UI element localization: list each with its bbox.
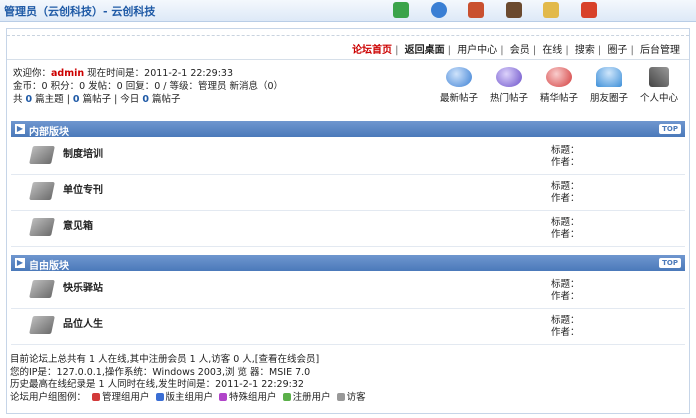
quick-label: 精华帖子 [539, 93, 578, 104]
online-stats: 目前论坛上总共有 1 人在线,其中注册会员 1 人,访客 0 人,[查看在线会员… [10, 354, 320, 365]
last-post-title: 标题： [551, 217, 580, 228]
forum-row[interactable]: 意见箱 标题： 作者： [11, 211, 685, 247]
client-info: 您的IP是：127.0.0.1,操作系统：Windows 2003,浏 览 器：… [10, 366, 311, 378]
quick-label: 热门帖子 [489, 93, 528, 104]
legend-item: 特殊组用户 [229, 391, 277, 403]
app-title: 管理员（云创科技）- 云创科技 [4, 5, 156, 18]
home-icon[interactable] [468, 2, 484, 18]
nav-forum-home[interactable]: 论坛首页 [349, 45, 395, 56]
nav-back-desktop[interactable]: 返回桌面 [402, 45, 448, 56]
quick-friends[interactable]: 朋友圈子 [583, 67, 635, 104]
forum-icon [29, 182, 55, 200]
stats-text: 共 [13, 94, 26, 105]
user-stats: 金币：0 积分：0 发帖：0 回复：0 / 等级：管理员 新消息（0） [13, 81, 284, 92]
legend-item: 注册用户 [292, 391, 331, 403]
divider [7, 59, 689, 60]
last-post-author: 作者： [551, 291, 580, 302]
peak-online: 历史最高在线纪录是 1 人同时在线,发生时间是：2011-2-1 22:29:3… [10, 379, 304, 390]
forum-name[interactable]: 品位人生 [63, 315, 103, 330]
post-count: 0 [72, 94, 80, 105]
forum-row[interactable]: 单位专刊 标题： 作者： [11, 175, 685, 211]
divider [7, 35, 689, 36]
user-icon[interactable] [506, 2, 522, 18]
legend-item: 访客 [346, 391, 366, 403]
special-group-icon [219, 393, 228, 401]
forum-icon [29, 280, 55, 298]
forum-footer: 目前论坛上总共有 1 人在线,其中注册会员 1 人,访客 0 人,[查看在线会员… [10, 354, 366, 404]
section-title: 自由版块 [29, 261, 69, 272]
forum-icon [29, 146, 55, 164]
admin-group-icon [92, 393, 101, 401]
last-post-author: 作者： [551, 229, 580, 240]
back-to-top-button[interactable]: TOP [659, 124, 681, 134]
nav-search[interactable]: 搜索 [572, 45, 598, 56]
forum-nav: 论坛首页 | 返回桌面 | 用户中心 | 会员 | 在线 | 搜索 | 圈子 | 后台管理 [349, 41, 683, 56]
section-header-internal[interactable]: ▶ 内部版块 TOP [11, 121, 685, 138]
guest-group-icon [336, 393, 345, 401]
stats-text: 篇帖子 [148, 94, 181, 105]
nav-user-center[interactable]: 用户中心 [454, 45, 500, 56]
power-icon[interactable] [581, 2, 597, 18]
forum-icon [29, 316, 55, 334]
forum-name[interactable]: 意见箱 [63, 217, 93, 232]
moderator-group-icon [155, 393, 164, 401]
nav-circles[interactable]: 圈子 [604, 45, 630, 56]
last-post-title: 标题： [551, 315, 580, 326]
stats-text: 篇帖子 | 今日 [79, 94, 143, 105]
username[interactable]: admin [51, 68, 84, 79]
collapse-icon[interactable]: ▶ [15, 124, 25, 134]
forum-name[interactable]: 制度培训 [63, 145, 103, 160]
collapse-icon[interactable]: ▶ [15, 258, 25, 268]
welcome-info: 欢迎你：admin 现在时间是：2011-2-1 22:29:33 金币：0 积… [13, 67, 283, 106]
quick-label: 朋友圈子 [589, 93, 628, 104]
current-time: 现在时间是：2011-2-1 22:29:33 [84, 68, 233, 79]
quick-elite-posts[interactable]: 精华帖子 [533, 67, 585, 104]
quick-hot-posts[interactable]: 热门帖子 [483, 67, 535, 104]
forum-name[interactable]: 快乐驿站 [63, 279, 103, 294]
hot-posts-icon [496, 67, 522, 87]
new-posts-icon [446, 67, 472, 87]
last-post-author: 作者： [551, 193, 580, 204]
tools-icon [649, 67, 669, 87]
forum-icon [29, 218, 55, 236]
elite-posts-icon [546, 67, 572, 87]
today-count: 0 [142, 94, 149, 105]
quick-new-posts[interactable]: 最新帖子 [433, 67, 485, 104]
quick-personal-center[interactable]: 个人中心 [633, 67, 685, 104]
back-to-top-button[interactable]: TOP [659, 258, 681, 268]
welcome-prefix: 欢迎你： [13, 68, 52, 79]
quick-label: 最新帖子 [439, 93, 478, 104]
legend-item: 管理组用户 [102, 391, 150, 403]
section-header-free[interactable]: ▶ 自由版块 TOP [11, 255, 685, 272]
last-post-author: 作者： [551, 327, 580, 338]
forum-row[interactable]: 制度培训 标题： 作者： [11, 139, 685, 175]
friends-icon [596, 67, 622, 87]
group-legend: 论坛用户组图例： 管理组用户 版主组用户 特殊组用户 注册用户 访客 [10, 392, 366, 405]
edit-icon[interactable] [543, 2, 559, 18]
exit-icon[interactable] [393, 2, 409, 18]
forum-row[interactable]: 品位人生 标题： 作者： [11, 309, 685, 345]
forum-row[interactable]: 快乐驿站 标题： 作者： [11, 273, 685, 309]
top-bar: 管理员（云创科技）- 云创科技 [0, 0, 696, 22]
section-title: 内部版块 [29, 127, 69, 138]
registered-group-icon [282, 393, 291, 401]
nav-online[interactable]: 在线 [539, 45, 565, 56]
nav-admin[interactable]: 后台管理 [637, 45, 683, 56]
forum-name[interactable]: 单位专刊 [63, 181, 103, 196]
last-post-title: 标题： [551, 181, 580, 192]
nav-members[interactable]: 会员 [507, 45, 533, 56]
last-post-title: 标题： [551, 279, 580, 290]
legend-item: 版主组用户 [165, 391, 214, 403]
last-post-author: 作者： [551, 157, 580, 168]
quick-label: 个人中心 [639, 93, 678, 104]
stats-text: 篇主题 | [32, 94, 73, 105]
legend-label: 论坛用户组图例： [10, 391, 87, 403]
refresh-icon[interactable] [431, 2, 447, 18]
last-post-title: 标题： [551, 145, 580, 156]
